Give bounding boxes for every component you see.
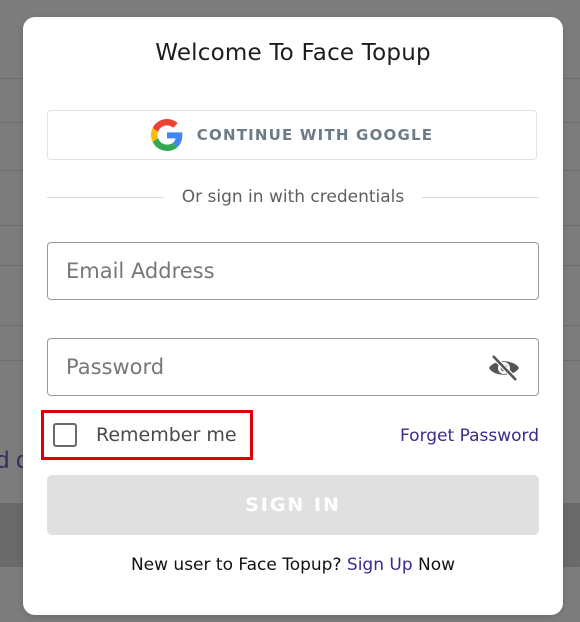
divider-line-right: [422, 196, 539, 198]
sign-up-link[interactable]: Sign Up: [347, 555, 413, 575]
remember-me-label: Remember me: [96, 424, 237, 446]
modal-title: Welcome To Face Topup: [155, 40, 431, 66]
remember-me-checkbox[interactable]: [53, 423, 77, 447]
sign-in-label: SIGN IN: [245, 494, 341, 516]
credentials-divider: Or sign in with credentials: [47, 185, 539, 209]
email-input[interactable]: [48, 243, 538, 299]
remember-me-option[interactable]: Remember me: [41, 410, 253, 460]
password-field-wrapper: [47, 338, 539, 396]
email-field-wrapper: [47, 242, 539, 300]
google-logo-icon: [150, 119, 183, 151]
eye-slash-icon[interactable]: [486, 351, 522, 385]
continue-with-google-label: CONTINUE WITH GOOGLE: [196, 126, 434, 144]
signup-prompt: New user to Face Topup? Sign Up Now: [23, 555, 563, 575]
password-input[interactable]: [48, 339, 538, 395]
signup-prefix-text: New user to Face Topup?: [130, 555, 342, 575]
sign-in-button[interactable]: SIGN IN: [47, 475, 539, 535]
forget-password-link[interactable]: Forget Password: [400, 426, 539, 446]
divider-text: Or sign in with credentials: [181, 187, 405, 207]
divider-line-left: [47, 196, 164, 198]
continue-with-google-button[interactable]: CONTINUE WITH GOOGLE: [47, 110, 537, 160]
sign-in-modal: Welcome To Face Topup CONTINUE WITH GOOG…: [23, 17, 563, 615]
signup-suffix-text: Now: [418, 555, 456, 575]
